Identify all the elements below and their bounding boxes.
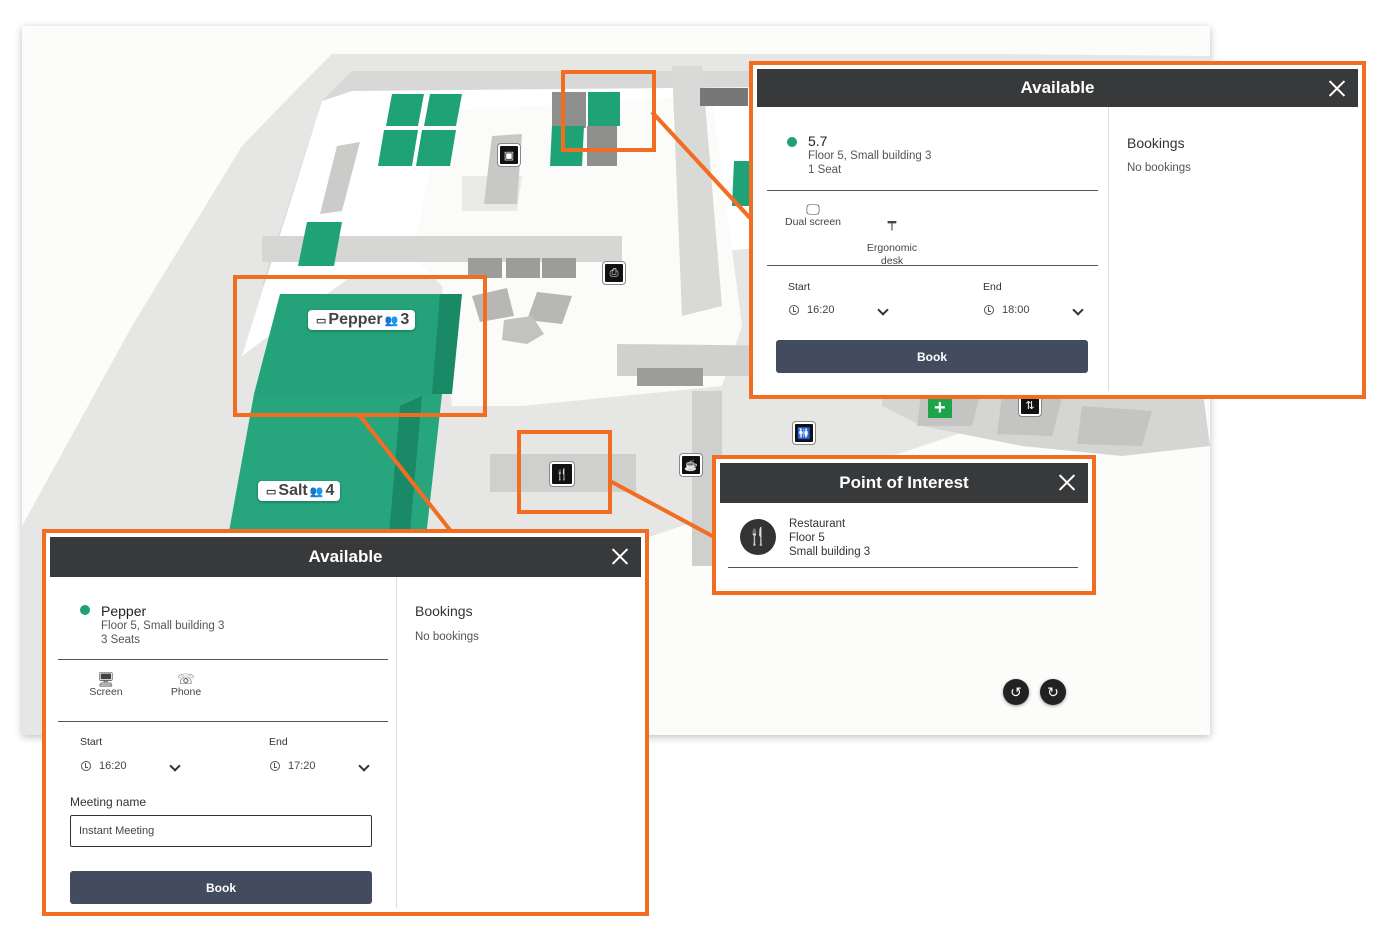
room-label-salt[interactable]: ▭ Salt 👥 4 [258, 481, 341, 501]
room-details: Pepper Floor 5, Small building 3 3 Seats… [50, 577, 397, 908]
rotate-left-button[interactable]: ↺ [1003, 679, 1029, 705]
resource-seats: 1 Seat [808, 164, 842, 176]
end-time-select[interactable]: 17:20 [270, 760, 316, 772]
coffee-icon[interactable]: ☕ [680, 454, 702, 476]
start-time-select[interactable]: 16:20 [81, 760, 127, 772]
calendar-icon: ▭ [266, 485, 277, 498]
phone-icon: ☏ [177, 671, 195, 687]
desk-booking-panel-frame: Available 5.7 Floor 5, Small building 3 … [749, 61, 1366, 399]
start-label: Start [788, 281, 811, 293]
amenity-label: Screen [89, 686, 123, 698]
book-button[interactable]: Book [70, 871, 372, 904]
availability-dot [787, 137, 797, 147]
divider [58, 721, 388, 722]
close-icon[interactable] [1058, 473, 1076, 491]
clock-icon [270, 761, 280, 771]
divider [767, 190, 1098, 191]
panel-title: Available [308, 547, 383, 566]
restroom-icon[interactable]: 🚻 [793, 422, 815, 444]
luggage-icon[interactable]: ▣ [498, 144, 520, 166]
amenity-dual-screen: 🖵 Dual screen [781, 201, 845, 229]
restaurant-icon: 🍴 [740, 519, 776, 555]
people-icon: 👥 [309, 485, 324, 498]
availability-dot [80, 605, 90, 615]
start-time-value: 16:20 [99, 760, 127, 772]
start-time-select[interactable]: 16:20 [789, 304, 835, 316]
poi-panel: Point of Interest 🍴 Restaurant Floor 5 S… [720, 463, 1088, 587]
poi-info: Restaurant Floor 5 Small building 3 [789, 517, 870, 559]
panel-title: Available [1020, 78, 1095, 97]
rotate-right-button[interactable]: ↻ [1040, 679, 1066, 705]
chevron-down-icon[interactable] [358, 760, 370, 772]
poi-name: Restaurant [789, 518, 846, 530]
panel-header: Available [50, 537, 641, 577]
resource-name: 5.7 [808, 133, 828, 149]
close-icon[interactable] [1328, 79, 1346, 97]
divider [767, 265, 1098, 266]
poi-panel-frame: Point of Interest 🍴 Restaurant Floor 5 S… [712, 455, 1096, 595]
amenity-screen: 🖥 Screen [76, 671, 136, 699]
book-button[interactable]: Book [776, 340, 1088, 373]
divider [58, 659, 388, 660]
svg-text:+: + [934, 397, 946, 419]
amenity-label: Dual screen [784, 216, 842, 228]
room-booking-panel-frame: Available Pepper Floor 5, Small building… [42, 529, 649, 916]
room-info: Pepper Floor 5, Small building 3 3 Seats [101, 603, 224, 647]
room-label-name: Salt [278, 482, 308, 499]
bookings-section: Bookings No bookings [397, 577, 641, 908]
printer-icon[interactable]: ⎙ [603, 262, 625, 284]
resource-name: Pepper [101, 603, 147, 619]
bookings-section: Bookings No bookings [1109, 107, 1358, 391]
close-icon[interactable] [611, 547, 629, 565]
chevron-down-icon[interactable] [1072, 304, 1084, 316]
bookings-empty: No bookings [415, 631, 479, 643]
desk [416, 130, 456, 166]
panel-header: Point of Interest [720, 463, 1088, 503]
resource-location: Floor 5, Small building 3 [101, 620, 225, 632]
divider [728, 567, 1078, 568]
poi-floor: Floor 5 [789, 532, 825, 544]
clock-icon [984, 305, 994, 315]
room-label-seats: 4 [325, 482, 335, 499]
desk-booking-panel: Available 5.7 Floor 5, Small building 3 … [757, 69, 1358, 391]
meeting-name-label: Meeting name [70, 795, 147, 809]
end-label: End [269, 736, 288, 748]
end-time-select[interactable]: 18:00 [984, 304, 1030, 316]
end-label: End [983, 281, 1002, 293]
panel-title: Point of Interest [839, 473, 969, 492]
clock-icon [81, 761, 91, 771]
desk [378, 130, 418, 166]
amenity-ergonomic-desk: ┯ Ergonomic desk [857, 203, 927, 281]
dual-screen-icon: 🖵 [806, 201, 820, 217]
end-time-value: 17:20 [288, 760, 316, 772]
resource-seats: 3 Seats [101, 634, 140, 646]
callout-desk-highlight [561, 70, 656, 152]
start-label: Start [80, 736, 103, 748]
desk-info: 5.7 Floor 5, Small building 3 1 Seat [808, 133, 931, 177]
amenity-label: Phone [170, 686, 202, 698]
bookings-empty: No bookings [1127, 162, 1191, 174]
start-time-value: 16:20 [807, 304, 835, 316]
ergonomic-desk-icon: ┯ [887, 214, 897, 230]
meeting-name-input[interactable]: Instant Meeting [70, 815, 372, 847]
poi-building: Small building 3 [789, 546, 871, 558]
end-time-value: 18:00 [1002, 304, 1030, 316]
bookings-title: Bookings [1127, 135, 1185, 151]
desk [424, 94, 462, 126]
amenity-phone: ☏ Phone [156, 671, 216, 699]
desk-details: 5.7 Floor 5, Small building 3 1 Seat 🖵 D… [757, 107, 1109, 391]
monitor-icon: 🖥 [97, 671, 115, 687]
desk [386, 94, 424, 126]
chevron-down-icon[interactable] [169, 760, 181, 772]
clock-icon [789, 305, 799, 315]
bookings-title: Bookings [415, 603, 473, 619]
chevron-down-icon[interactable] [877, 304, 889, 316]
resource-location: Floor 5, Small building 3 [808, 150, 932, 162]
room-booking-panel: Available Pepper Floor 5, Small building… [50, 537, 641, 908]
callout-room-highlight [233, 275, 487, 417]
callout-poi-highlight [517, 430, 612, 514]
panel-header: Available [757, 69, 1358, 107]
